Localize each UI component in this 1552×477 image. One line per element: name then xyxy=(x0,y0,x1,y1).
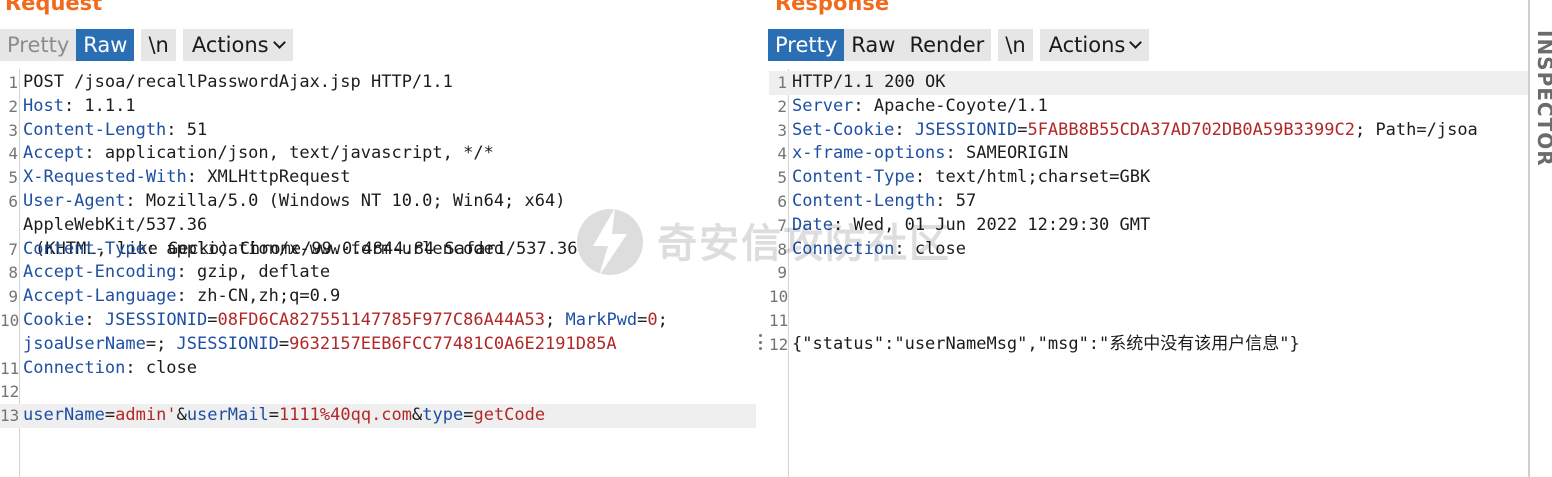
line-number: 1 xyxy=(777,73,787,92)
chevron-down-icon xyxy=(272,36,286,49)
response-editor[interactable]: 1 HTTP/1.1 200 OK 2 Server: Apache-Coyote/1… xyxy=(769,69,1529,477)
request-line: 5 X-Requested-With: XMLHttpRequest xyxy=(0,166,756,190)
response-actions-menu[interactable]: Actions xyxy=(1039,29,1150,61)
request-line-text: Accept-Encoding: gzip, deflate xyxy=(23,262,331,283)
response-line-text: Server: Apache-Coyote/1.1 xyxy=(792,95,1048,116)
response-line: 12 {"status":"userNameMsg","msg":"系统中没有该用… xyxy=(769,333,1529,357)
request-line-text: X-Requested-With: XMLHttpRequest xyxy=(23,167,351,188)
response-line-text: {"status":"userNameMsg","msg":"系统中没有该用户信… xyxy=(792,333,1300,354)
response-line: 3 Set-Cookie: JSESSIONID=5FABB8B55CDA37AD… xyxy=(769,119,1529,143)
request-line: 8 Accept-Encoding: gzip, deflate xyxy=(0,261,756,285)
response-line-text: Content-Type: text/html;charset=GBK xyxy=(792,167,1151,188)
line-number: 8 xyxy=(777,239,787,259)
line-number: 12 xyxy=(0,382,20,402)
response-line: 9 xyxy=(769,261,1529,285)
response-raw-tab[interactable]: Raw xyxy=(844,29,903,61)
response-line: 2 Server: Apache-Coyote/1.1 xyxy=(769,95,1529,119)
response-line-text: x-frame-options: SAMEORIGIN xyxy=(792,143,1069,164)
request-editor[interactable]: 1 POST /jsoa/recallPasswordAjax.jsp HTTP/… xyxy=(0,69,756,477)
request-actions-label: Actions xyxy=(191,33,269,57)
request-line: 2 Host: 1.1.1 xyxy=(0,95,756,119)
request-pretty-tab[interactable]: Pretty xyxy=(0,29,77,61)
request-line: 10 Cookie: JSESSIONID=08FD6CA827551147785… xyxy=(0,309,756,357)
line-number: 4 xyxy=(8,144,18,164)
response-newline-toggle[interactable]: \n xyxy=(998,29,1033,61)
response-line-text: Date: Wed, 01 Jun 2022 12:29:30 GMT xyxy=(792,214,1151,235)
request-panel-title: Request xyxy=(5,0,103,15)
request-line-text: Connection: close xyxy=(23,357,198,378)
request-line-text: Content-Length: 51 xyxy=(23,119,208,140)
inspector-tab[interactable]: INSPECTOR xyxy=(1533,30,1552,167)
request-line-text: Accept: application/json, text/javascrip… xyxy=(23,143,494,164)
response-line: 7 Date: Wed, 01 Jun 2022 12:29:30 GMT xyxy=(769,214,1529,238)
response-line: 1 HTTP/1.1 200 OK xyxy=(769,71,1529,95)
request-line: 9 Accept-Language: zh-CN,zh;q=0.9 xyxy=(0,285,756,309)
request-newline-toggle[interactable]: \n xyxy=(141,29,176,61)
line-number: 11 xyxy=(769,310,789,330)
line-number: 2 xyxy=(8,96,18,116)
request-actions-menu[interactable]: Actions xyxy=(182,29,293,61)
response-line-text: Set-Cookie: JSESSIONID=5FABB8B55CDA37AD7… xyxy=(792,119,1478,140)
request-line-text: Host: 1.1.1 xyxy=(23,95,136,116)
line-number: 5 xyxy=(777,168,787,188)
response-line: 6 Content-Length: 57 xyxy=(769,190,1529,214)
line-number: 8 xyxy=(8,263,18,283)
line-number: 5 xyxy=(8,168,18,188)
line-number: 11 xyxy=(0,358,20,378)
request-line: 4 Accept: application/json, text/javascri… xyxy=(0,142,756,166)
line-number: 4 xyxy=(777,144,787,164)
response-line-text: HTTP/1.1 200 OK xyxy=(792,72,946,92)
response-pretty-tab[interactable]: Pretty xyxy=(768,29,845,61)
line-number: 13 xyxy=(0,406,20,426)
response-line: 5 Content-Type: text/html;charset=GBK xyxy=(769,166,1529,190)
response-line-text: Connection: close xyxy=(792,238,967,259)
response-line: 11 xyxy=(769,309,1529,333)
request-toolbar: Pretty Raw \n Actions xyxy=(0,29,293,61)
response-line: 4 x-frame-options: SAMEORIGIN xyxy=(769,142,1529,166)
request-line-text: POST /jsoa/recallPasswordAjax.jsp HTTP/1… xyxy=(23,72,453,92)
line-number: 2 xyxy=(777,96,787,116)
line-number: 1 xyxy=(8,73,18,92)
chevron-down-icon xyxy=(1129,36,1143,49)
line-number: 6 xyxy=(8,191,18,211)
line-number: 3 xyxy=(8,120,18,140)
line-number: 9 xyxy=(8,287,18,307)
response-render-tab[interactable]: Render xyxy=(902,29,992,61)
line-number: 12 xyxy=(769,334,789,354)
request-line: 11 Connection: close xyxy=(0,357,756,381)
line-number: 10 xyxy=(0,310,20,330)
request-line: 3 Content-Length: 51 xyxy=(0,119,756,143)
request-lines: 1 POST /jsoa/recallPasswordAjax.jsp HTTP/… xyxy=(0,71,756,428)
request-line-text: Content-Type: application/x-www-form-url… xyxy=(23,238,505,259)
request-line-text: Cookie: JSESSIONID=08FD6CA827551147785F9… xyxy=(23,309,668,354)
request-raw-tab[interactable]: Raw xyxy=(76,29,135,61)
request-line-text: userName=admin'&userMail=1111%40qq.com&t… xyxy=(23,405,546,426)
request-line: 12 xyxy=(0,380,756,404)
request-line: 13 userName=admin'&userMail=1111%40qq.com… xyxy=(0,404,756,428)
response-panel-title: Response xyxy=(775,0,890,15)
response-line: 8 Connection: close xyxy=(769,238,1529,262)
line-number: 3 xyxy=(777,120,787,140)
request-line: 6 User-Agent: Mozilla/5.0 (Windows NT 10.… xyxy=(0,190,756,259)
request-line-text: Accept-Language: zh-CN,zh;q=0.9 xyxy=(23,286,341,307)
response-toolbar: Pretty Raw Render \n Actions xyxy=(768,29,1150,61)
line-number: 7 xyxy=(777,215,787,235)
response-actions-label: Actions xyxy=(1048,33,1126,57)
response-line-text: Content-Length: 57 xyxy=(792,190,977,211)
line-number: 6 xyxy=(777,191,787,211)
response-lines: 1 HTTP/1.1 200 OK 2 Server: Apache-Coyote/1… xyxy=(769,71,1529,357)
line-number: 10 xyxy=(769,287,789,307)
panel-resize-handle[interactable] xyxy=(758,334,762,350)
line-number: 7 xyxy=(8,239,18,259)
request-line: 1 POST /jsoa/recallPasswordAjax.jsp HTTP/… xyxy=(0,71,756,95)
request-line: 7 Content-Type: application/x-www-form-ur… xyxy=(0,238,756,262)
line-number: 9 xyxy=(777,263,787,283)
response-line: 10 xyxy=(769,285,1529,309)
